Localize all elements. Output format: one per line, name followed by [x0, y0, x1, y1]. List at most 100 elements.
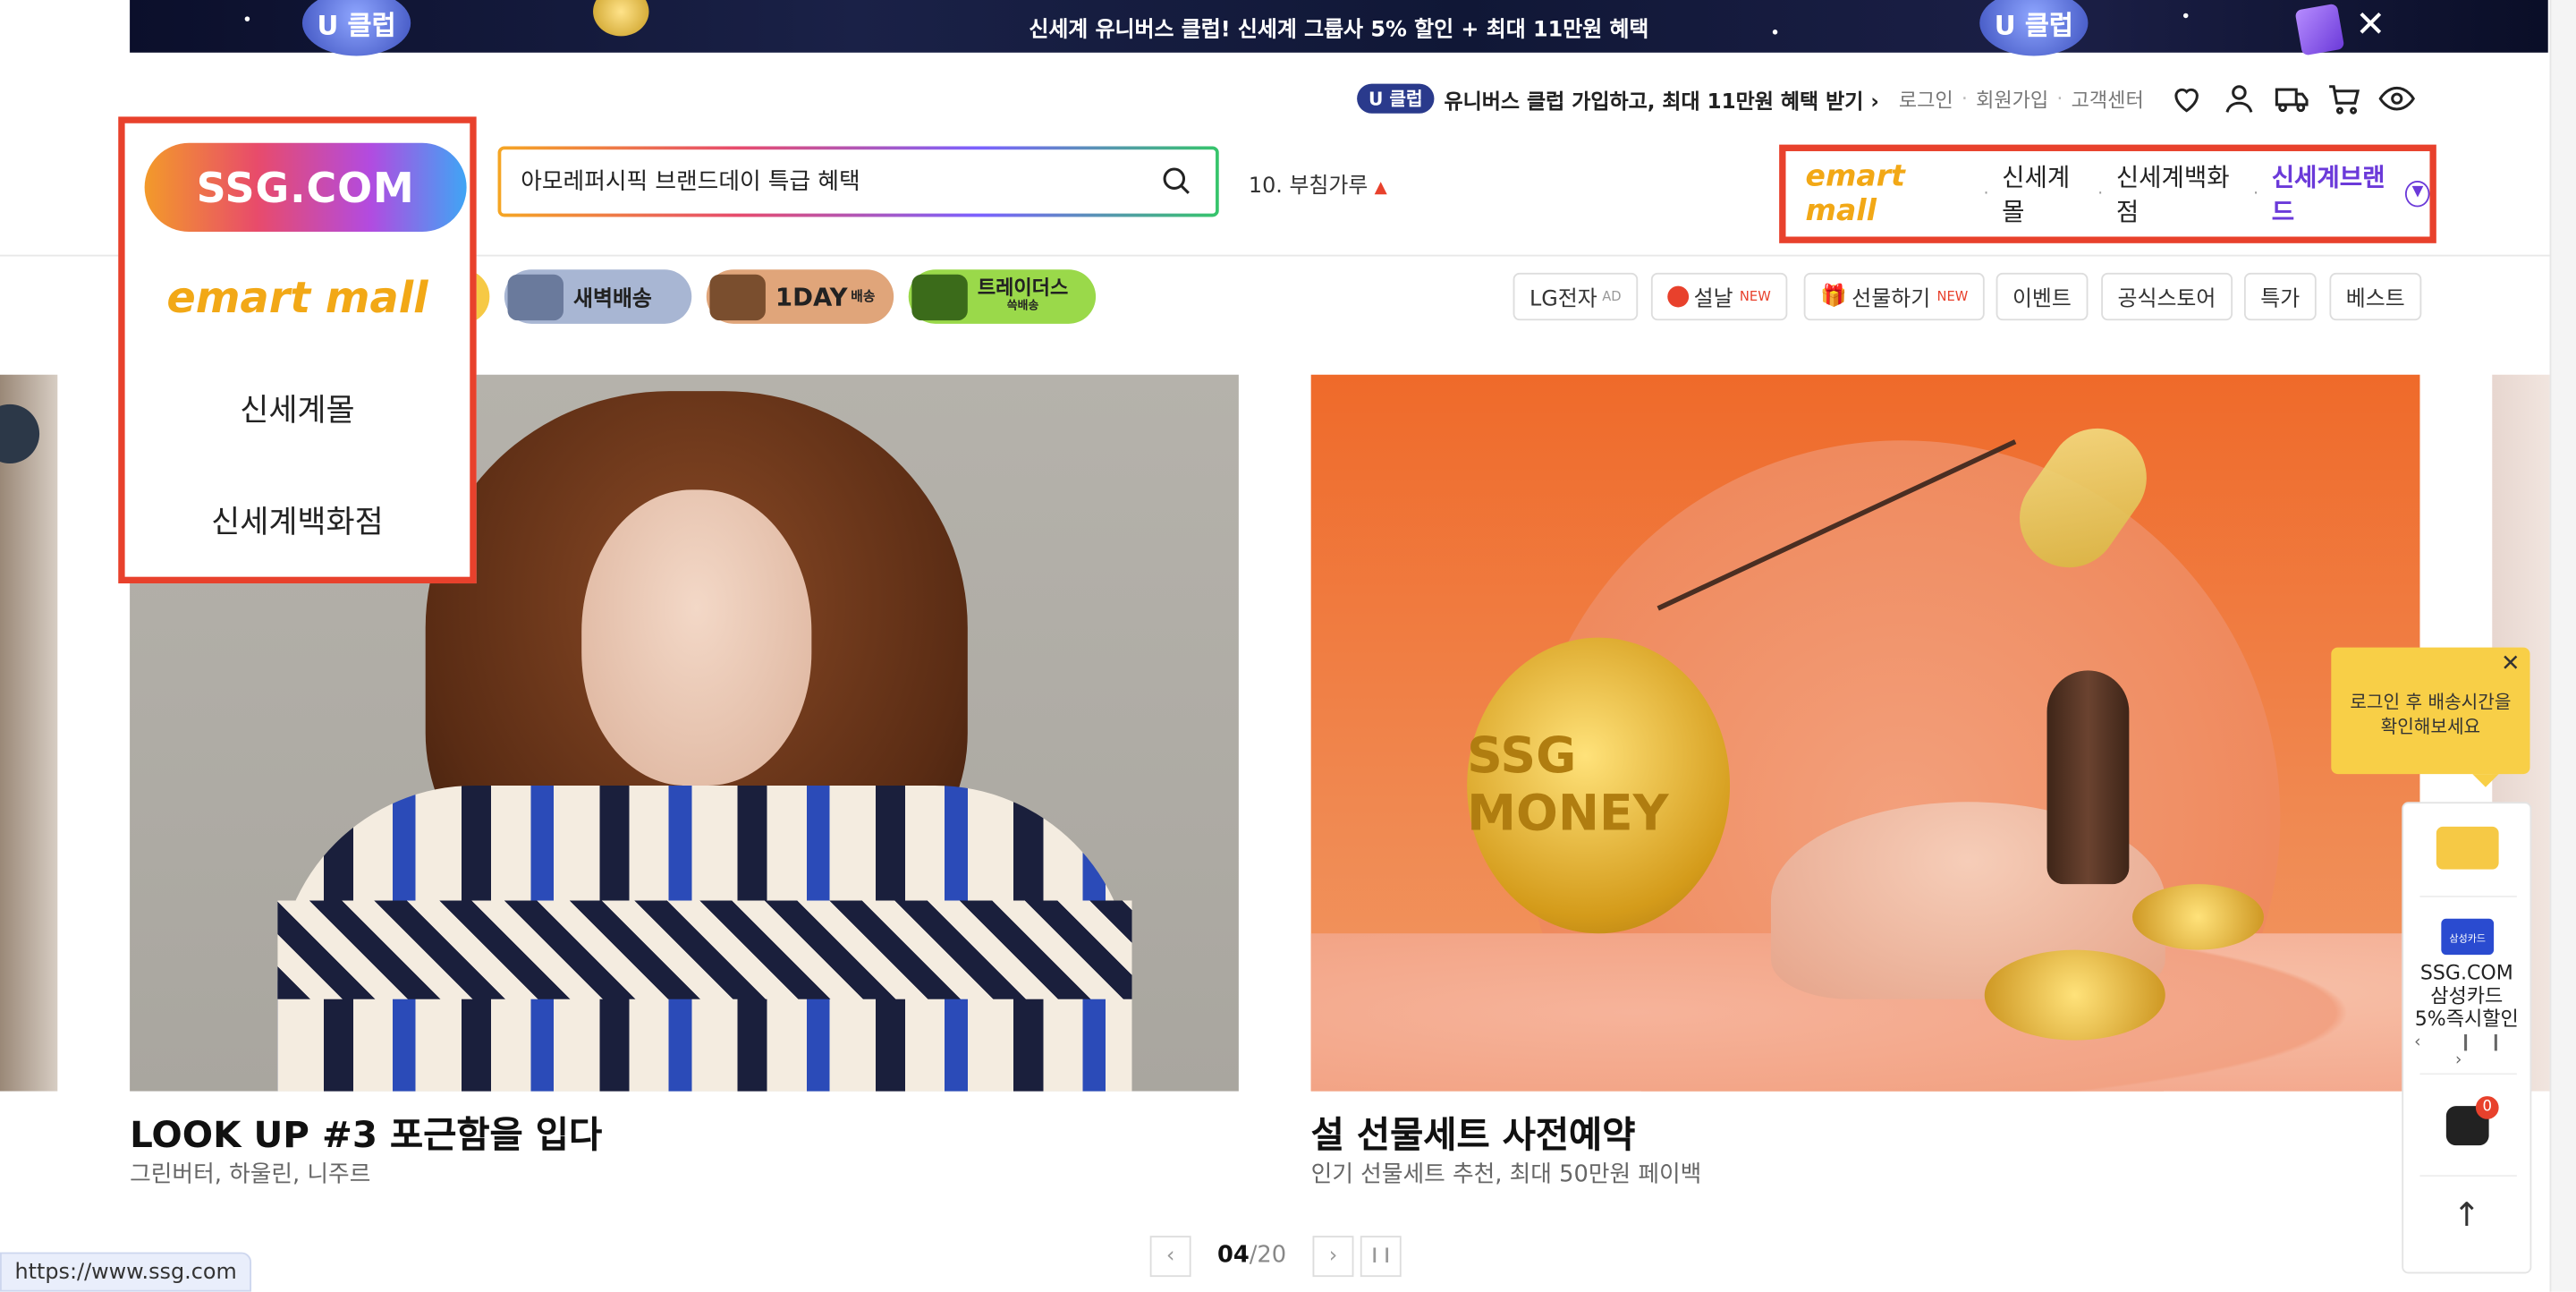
- card-promo[interactable]: SSG.COM 삼성카드 5%즉시할인: [2403, 961, 2529, 1030]
- chip-event[interactable]: 이벤트: [1996, 272, 2089, 321]
- uclub-logo: U 클럽: [1979, 0, 2089, 56]
- promo-line: SSG.COM: [2419, 961, 2513, 985]
- signup-link[interactable]: 회원가입: [1976, 85, 2048, 113]
- scrollbar[interactable]: [2549, 0, 2576, 1292]
- user-icon[interactable]: [2221, 81, 2257, 116]
- status-bar-url: https://www.ssg.com: [0, 1252, 252, 1292]
- uclub-signup-text: 유니버스 클럽 가입하고, 최대 11만원 혜택 받기: [1444, 88, 1864, 113]
- new-tag: NEW: [1739, 289, 1771, 304]
- traders-subtitle: 쓱배송: [1006, 298, 1039, 312]
- quick-sidebar: 삼성카드 SSG.COM 삼성카드 5%즉시할인 ‹ ❙❙ › 0 ↑: [2402, 802, 2532, 1274]
- image-decoration: [277, 785, 1132, 1092]
- chip-label: 특가: [2260, 287, 2301, 312]
- chip-lg[interactable]: LG전자 AD: [1513, 272, 1638, 321]
- chip-label: 베스트: [2345, 287, 2405, 312]
- shinsegae-brand-link[interactable]: 신세계브랜드: [2272, 159, 2396, 228]
- image-decoration: [581, 489, 812, 786]
- prev-slide-button[interactable]: ‹: [1149, 1235, 1191, 1277]
- separator: ·: [2253, 184, 2259, 203]
- box-icon: [709, 273, 766, 320]
- chevron-down-icon[interactable]: ▼: [2405, 181, 2430, 208]
- star-decoration: [244, 16, 250, 21]
- separator: ·: [1961, 87, 1968, 111]
- prev-banner-peek[interactable]: [0, 374, 58, 1092]
- image-decoration: [1984, 949, 2165, 1041]
- banner-subtitle: 그린버터, 하울린, 니주르: [130, 1161, 371, 1188]
- ssg-logo[interactable]: SSG.COM: [144, 142, 467, 232]
- trend-up-icon: ▲: [1374, 179, 1387, 198]
- uclub-logo: U 클럽: [301, 0, 411, 56]
- chip-seollal[interactable]: 설날 NEW: [1650, 272, 1788, 321]
- image-decoration: [2132, 884, 2264, 950]
- seollal-icon: [1667, 285, 1690, 308]
- chip-gift[interactable]: 🎁 선물하기 NEW: [1803, 272, 1985, 321]
- utility-bar: U 클럽 유니버스 클럽 가입하고, 최대 11만원 혜택 받기 › 로그인 ·…: [1357, 82, 2144, 115]
- divider: [2419, 896, 2517, 897]
- cart-icon[interactable]: [2326, 81, 2362, 116]
- banner-title[interactable]: LOOK UP #3 포근함을 입다: [130, 1106, 602, 1159]
- customer-center-link[interactable]: 고객센터: [2072, 85, 2144, 113]
- gift-icon: 🎁: [1820, 284, 1847, 310]
- uclub-signup-link[interactable]: 유니버스 클럽 가입하고, 최대 11만원 혜택 받기 ›: [1444, 83, 1878, 115]
- star-decoration: [1772, 30, 1778, 35]
- banner-title[interactable]: 설 선물세트 사전예약: [1311, 1106, 1636, 1159]
- new-tag: NEW: [1936, 289, 1969, 304]
- chip-best[interactable]: 베스트: [2329, 272, 2422, 321]
- chip-special-price[interactable]: 특가: [2243, 272, 2317, 321]
- separator: ·: [2056, 87, 2063, 111]
- banner-image-seollal[interactable]: SSG MONEY: [1310, 374, 2420, 1092]
- total-slides: 20: [1257, 1242, 1287, 1269]
- chip-official-store[interactable]: 공식스토어: [2101, 272, 2233, 321]
- delivery-truck-icon[interactable]: [2274, 81, 2309, 116]
- samsung-card-icon[interactable]: 삼성카드: [2441, 918, 2495, 956]
- truck-icon: [911, 273, 968, 320]
- pause-button[interactable]: ❙❙: [1360, 1235, 1402, 1277]
- shinsegae-mall-link[interactable]: 신세계몰: [2002, 159, 2084, 228]
- emart-mall-logo[interactable]: emart mall: [131, 275, 463, 324]
- dawn-delivery-button[interactable]: 새벽배송: [504, 269, 692, 324]
- shinsegae-mall-option[interactable]: 신세계몰: [131, 387, 463, 431]
- dropdown-inner: SSG.COM emart mall 신세계몰 신세계백화점: [131, 130, 467, 571]
- emart-mall-link[interactable]: emart mall: [1806, 159, 1970, 228]
- traders-label: 트레이더스 쓱배송: [978, 276, 1068, 314]
- chip-label: 설날: [1693, 287, 1733, 312]
- eye-icon[interactable]: [2378, 81, 2416, 116]
- promo-line: 5%즉시할인: [2414, 1007, 2519, 1031]
- separator: ·: [2097, 184, 2104, 203]
- gift-decoration: [2294, 3, 2345, 56]
- oneday-label: 1DAY: [775, 281, 848, 312]
- slide-counter: 04/20: [1198, 1243, 1306, 1269]
- banner-subtitle: 인기 선물세트 추천, 최대 50만원 페이백: [1310, 1161, 1702, 1188]
- promo-banner[interactable]: U 클럽 신세계 유니버스 클럽! 신세계 그룹사 5% 할인 + 최대 11만…: [130, 0, 2548, 56]
- search-icon[interactable]: [1160, 165, 1196, 200]
- header-icons: [2168, 81, 2416, 116]
- image-decoration: [2046, 670, 2130, 885]
- carousel-pager: ‹ 04/20 › ❙❙: [1149, 1234, 1402, 1277]
- promo-controls[interactable]: ‹ ❙❙ ›: [2403, 1033, 2529, 1069]
- promo-line: 삼성카드: [2430, 984, 2504, 1007]
- search-box: [498, 146, 1219, 217]
- login-link[interactable]: 로그인: [1899, 85, 1953, 113]
- delivery-truck-icon[interactable]: [2436, 826, 2499, 870]
- chevron-right-icon: ›: [1870, 88, 1879, 113]
- popular-keyword-rank[interactable]: 10. 부침가루 ▲: [1249, 167, 1387, 200]
- close-icon[interactable]: ✕: [2501, 651, 2521, 677]
- uclub-badge: U 클럽: [1357, 83, 1435, 114]
- image-decoration: [0, 404, 40, 463]
- current-slide: 04: [1216, 1242, 1250, 1269]
- close-icon[interactable]: ✕: [2351, 5, 2390, 46]
- shinsegae-dept-option[interactable]: 신세계백화점: [131, 498, 463, 543]
- shinsegae-dept-link[interactable]: 신세계백화점: [2116, 159, 2241, 228]
- tooltip-text: 로그인 후 배송시간을: [2350, 692, 2512, 714]
- chip-label: 공식스토어: [2117, 287, 2216, 312]
- scroll-top-button[interactable]: ↑: [2403, 1194, 2529, 1234]
- chip-label: 이벤트: [2012, 287, 2072, 312]
- traders-delivery-button[interactable]: 트레이더스 쓱배송: [908, 269, 1097, 324]
- oneday-delivery-button[interactable]: 1DAY 배송: [706, 269, 894, 324]
- heart-icon[interactable]: [2168, 81, 2204, 116]
- next-slide-button[interactable]: ›: [1312, 1235, 1354, 1277]
- search-input[interactable]: [521, 162, 1146, 200]
- dawn-delivery-label: 새벽배송: [573, 287, 652, 312]
- coin-decoration: [593, 0, 649, 37]
- chip-label: LG전자: [1529, 287, 1597, 312]
